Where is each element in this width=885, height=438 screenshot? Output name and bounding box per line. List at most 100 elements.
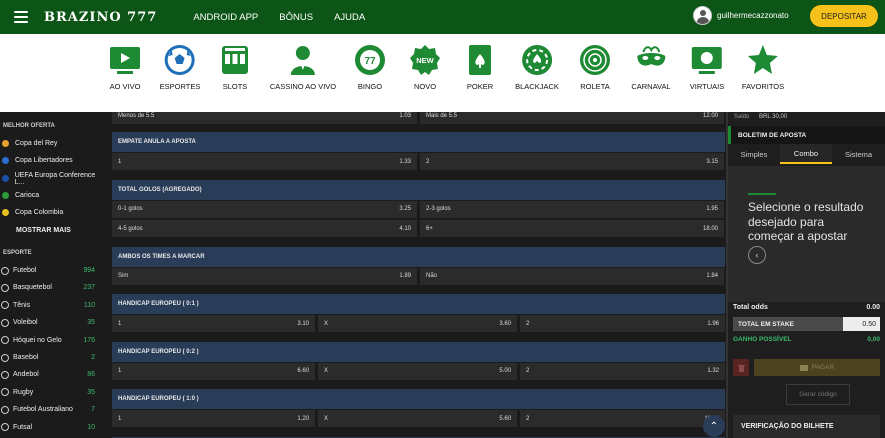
- tab-combo[interactable]: Combo: [780, 144, 832, 164]
- sport-item[interactable]: Tênis 110: [0, 297, 103, 314]
- sport-item[interactable]: Hóquei no Gelo 176: [0, 332, 103, 349]
- sport-item[interactable]: Voleibol 35: [0, 314, 103, 331]
- best-offer-item[interactable]: Copa Libertadores: [0, 152, 103, 169]
- odds-button[interactable]: 2-3 golos 1.95: [420, 200, 724, 218]
- odds-button[interactable]: X 5.60: [318, 410, 517, 427]
- odd-value: 1.96: [707, 320, 719, 327]
- generate-code-button[interactable]: Gerar código: [786, 384, 850, 405]
- possible-win-label: GANHO POSSÍVEL: [733, 336, 792, 343]
- best-offer-item[interactable]: UEFA Europa Conference L...: [0, 170, 103, 187]
- tab-sistema[interactable]: Sistema: [832, 144, 885, 164]
- odds-button[interactable]: 1 3.10: [112, 315, 315, 332]
- category-virtuais[interactable]: VIRTUAIS: [690, 44, 724, 91]
- sport-item[interactable]: Andebol 86: [0, 366, 103, 383]
- outcome-label: 1: [118, 368, 122, 374]
- category-label: BINGO: [357, 82, 383, 91]
- scroll-up-icon[interactable]: ⌃: [703, 415, 725, 437]
- odds-button[interactable]: 2 3.15: [420, 153, 724, 170]
- sport-item[interactable]: Futebol 994: [0, 262, 103, 279]
- sidebar: MELHOR OFERTA Copa del Rey Copa Libertado…: [0, 112, 103, 438]
- odd-value: 1.20: [297, 415, 309, 422]
- nav-bonus[interactable]: BÔNUS: [279, 12, 313, 23]
- sport-label: Andebol: [13, 371, 39, 379]
- outcome-label: 2: [526, 320, 530, 327]
- balance-label: Saldo: [734, 114, 750, 120]
- avatar[interactable]: [693, 6, 712, 25]
- username[interactable]: guilhermecazzonato: [717, 11, 789, 20]
- outcome-label: 2: [526, 368, 530, 374]
- category-carnaval[interactable]: CARNAVAL: [631, 44, 671, 91]
- user-menu[interactable]: guilhermecazzonato: [693, 6, 789, 25]
- market-header[interactable]: AMBOS OS TIMES A MARCAR: [112, 246, 725, 267]
- category-blackjack[interactable]: BLACKJACK: [515, 44, 559, 91]
- odds-button[interactable]: 1 1.20: [112, 410, 315, 427]
- nav-android-app[interactable]: ANDROID APP: [193, 12, 258, 23]
- menu-icon[interactable]: [14, 11, 28, 23]
- odds-button[interactable]: 2 1.32: [520, 362, 725, 380]
- best-offer-item[interactable]: Carioca: [0, 187, 103, 204]
- outcome-label: 6+: [426, 225, 433, 232]
- deposit-button[interactable]: DEPOSITAR: [810, 5, 878, 27]
- sport-count: 7: [91, 406, 95, 414]
- odds-button[interactable]: Não 1.84: [420, 267, 724, 285]
- sport-icon: [1, 370, 9, 379]
- category-esportes[interactable]: ESPORTES: [160, 44, 200, 91]
- odds-button[interactable]: 1 6.60: [112, 362, 315, 380]
- category-label: CARNAVAL: [631, 82, 671, 91]
- odd-value: 3.15: [706, 158, 718, 165]
- sport-item[interactable]: Futebol Australiano 7: [0, 401, 103, 418]
- sport-count: 35: [87, 388, 95, 396]
- category-novo[interactable]: NEW NOVO: [409, 44, 441, 91]
- svg-text:NEW: NEW: [416, 56, 434, 65]
- best-offer-label: Copa del Rey: [15, 140, 58, 147]
- market-header[interactable]: TOTAL GOLOS (AGREGADO): [112, 179, 725, 200]
- odd-value: 3.10: [297, 320, 309, 327]
- sport-label: Basebol: [13, 354, 39, 361]
- sport-count: 994: [83, 267, 95, 274]
- category-label: ROLETA: [580, 82, 610, 91]
- ticket-verification-header[interactable]: VERIFICAÇÃO DO BILHETE: [733, 415, 880, 438]
- flag-icon: [2, 192, 9, 199]
- market-header[interactable]: HANDICAP EUROPEU ( 1:0 ): [112, 389, 725, 409]
- market-header[interactable]: HANDICAP EUROPEU ( 0:2 ): [112, 341, 725, 362]
- delete-button[interactable]: [733, 359, 749, 376]
- odd-value: 3.60: [499, 320, 511, 327]
- sport-icon: [1, 266, 9, 275]
- odds-button[interactable]: 1 1.33: [112, 153, 417, 170]
- sport-item[interactable]: Basebol 2: [0, 349, 103, 366]
- best-offer-item[interactable]: Copa Colombia: [0, 204, 103, 221]
- odds-button[interactable]: X 3.60: [318, 315, 517, 332]
- tab-simples[interactable]: Simples: [728, 144, 780, 164]
- stake-input[interactable]: 0.50: [843, 317, 880, 331]
- best-offer-label: Copa Libertadores: [15, 157, 73, 164]
- category-roleta[interactable]: ROLETA: [579, 44, 611, 91]
- best-offer-item[interactable]: Copa del Rey: [0, 135, 103, 152]
- odds-button[interactable]: Menos de 5.5 1.03: [112, 112, 417, 124]
- pay-button[interactable]: PAGAR: [754, 359, 880, 376]
- odds-button[interactable]: Mais de 5.5 12.00: [420, 112, 724, 124]
- nav-ajuda[interactable]: AJUDA: [334, 12, 365, 23]
- sport-item[interactable]: Futsal 10: [0, 419, 103, 436]
- category-bingo[interactable]: 77 BINGO: [354, 44, 386, 91]
- sport-item[interactable]: Basquetebol 237: [0, 279, 103, 296]
- odds-button[interactable]: 211.00: [520, 410, 725, 427]
- odds-button[interactable]: 4-5 golos 4.10: [112, 220, 417, 237]
- brand-logo[interactable]: BRAZINO 777: [44, 10, 157, 25]
- category-poker[interactable]: POKER: [464, 44, 496, 91]
- category-cassino-ao-vivo[interactable]: CASSINO AO VIVO: [270, 44, 336, 91]
- show-more-link[interactable]: MOSTRAR MAIS: [0, 222, 103, 239]
- category-slots[interactable]: SLOTS: [219, 44, 251, 91]
- sport-item[interactable]: Rugby 35: [0, 384, 103, 401]
- odds-button[interactable]: 0-1 golos 3.25: [112, 200, 417, 218]
- market-header[interactable]: HANDICAP EUROPEU ( 0:1 ): [112, 294, 725, 314]
- category-favoritos[interactable]: FAVORITOS: [742, 44, 784, 91]
- odds-button[interactable]: 6+ 18.00: [420, 220, 724, 237]
- outcome-label: 2: [426, 158, 430, 165]
- chevron-left-icon[interactable]: ‹: [748, 246, 766, 264]
- odds-button[interactable]: Sim 1.89: [112, 267, 417, 285]
- odds-button[interactable]: 2 1.96: [520, 315, 725, 332]
- odds-button[interactable]: X 5.00: [318, 362, 517, 380]
- category-ao-vivo[interactable]: AO VIVO: [109, 44, 141, 91]
- market-header[interactable]: EMPATE ANULA A APOSTA: [112, 132, 725, 152]
- sport-icon: [1, 388, 9, 397]
